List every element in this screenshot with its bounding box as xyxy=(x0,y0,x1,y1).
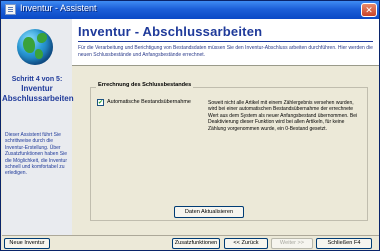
footer-divider xyxy=(2,235,379,236)
step-name: Inventur Abschlussarbeiten xyxy=(2,84,74,103)
title-underline xyxy=(78,41,373,42)
refresh-data-button[interactable]: Daten Aktualisieren xyxy=(174,206,244,218)
inventory-wizard-window: Inventur - Assistent ✕ Schritt 4 von 5: … xyxy=(0,0,380,251)
groupbox-label: Errechnung des Schlussbestandes xyxy=(96,82,194,88)
extra-functions-button[interactable]: Zusatzfunktionen xyxy=(172,238,220,249)
wizard-description: Dieser Assistent führt Sie schrittweise … xyxy=(5,132,67,177)
step-indicator: Schritt 4 von 5: Inventur Abschlussarbei… xyxy=(2,76,74,104)
window-title: Inventur - Assistent xyxy=(20,3,97,13)
page-header: Inventur - Abschlussarbeiten Für die Ver… xyxy=(72,19,379,65)
page-intro-text: Für die Verarbeitung und Berichtigung vo… xyxy=(78,45,373,58)
back-button[interactable]: << Zurück xyxy=(224,238,268,249)
new-inventory-button[interactable]: Neue Inventur xyxy=(4,238,50,249)
auto-stock-info-text: Soweit nicht alle Artikel mit einem Zähl… xyxy=(208,100,358,132)
page-title: Inventur - Abschlussarbeiten xyxy=(78,24,263,39)
app-icon xyxy=(5,4,16,15)
auto-stock-checkbox[interactable]: ✔ xyxy=(97,99,104,106)
close-button[interactable]: ✕ xyxy=(361,3,377,17)
title-bar[interactable]: Inventur - Assistent ✕ xyxy=(1,1,379,19)
step-number: Schritt 4 von 5: xyxy=(11,76,63,83)
finish-button[interactable]: Schließen F4 xyxy=(316,238,372,249)
auto-stock-checkbox-label[interactable]: Automatische Bestandsübernahme xyxy=(107,99,191,105)
globe-icon xyxy=(17,29,53,65)
next-button[interactable]: Weiter >> xyxy=(271,238,313,249)
wizard-sidebar: Schritt 4 von 5: Inventur Abschlussarbei… xyxy=(2,19,74,235)
